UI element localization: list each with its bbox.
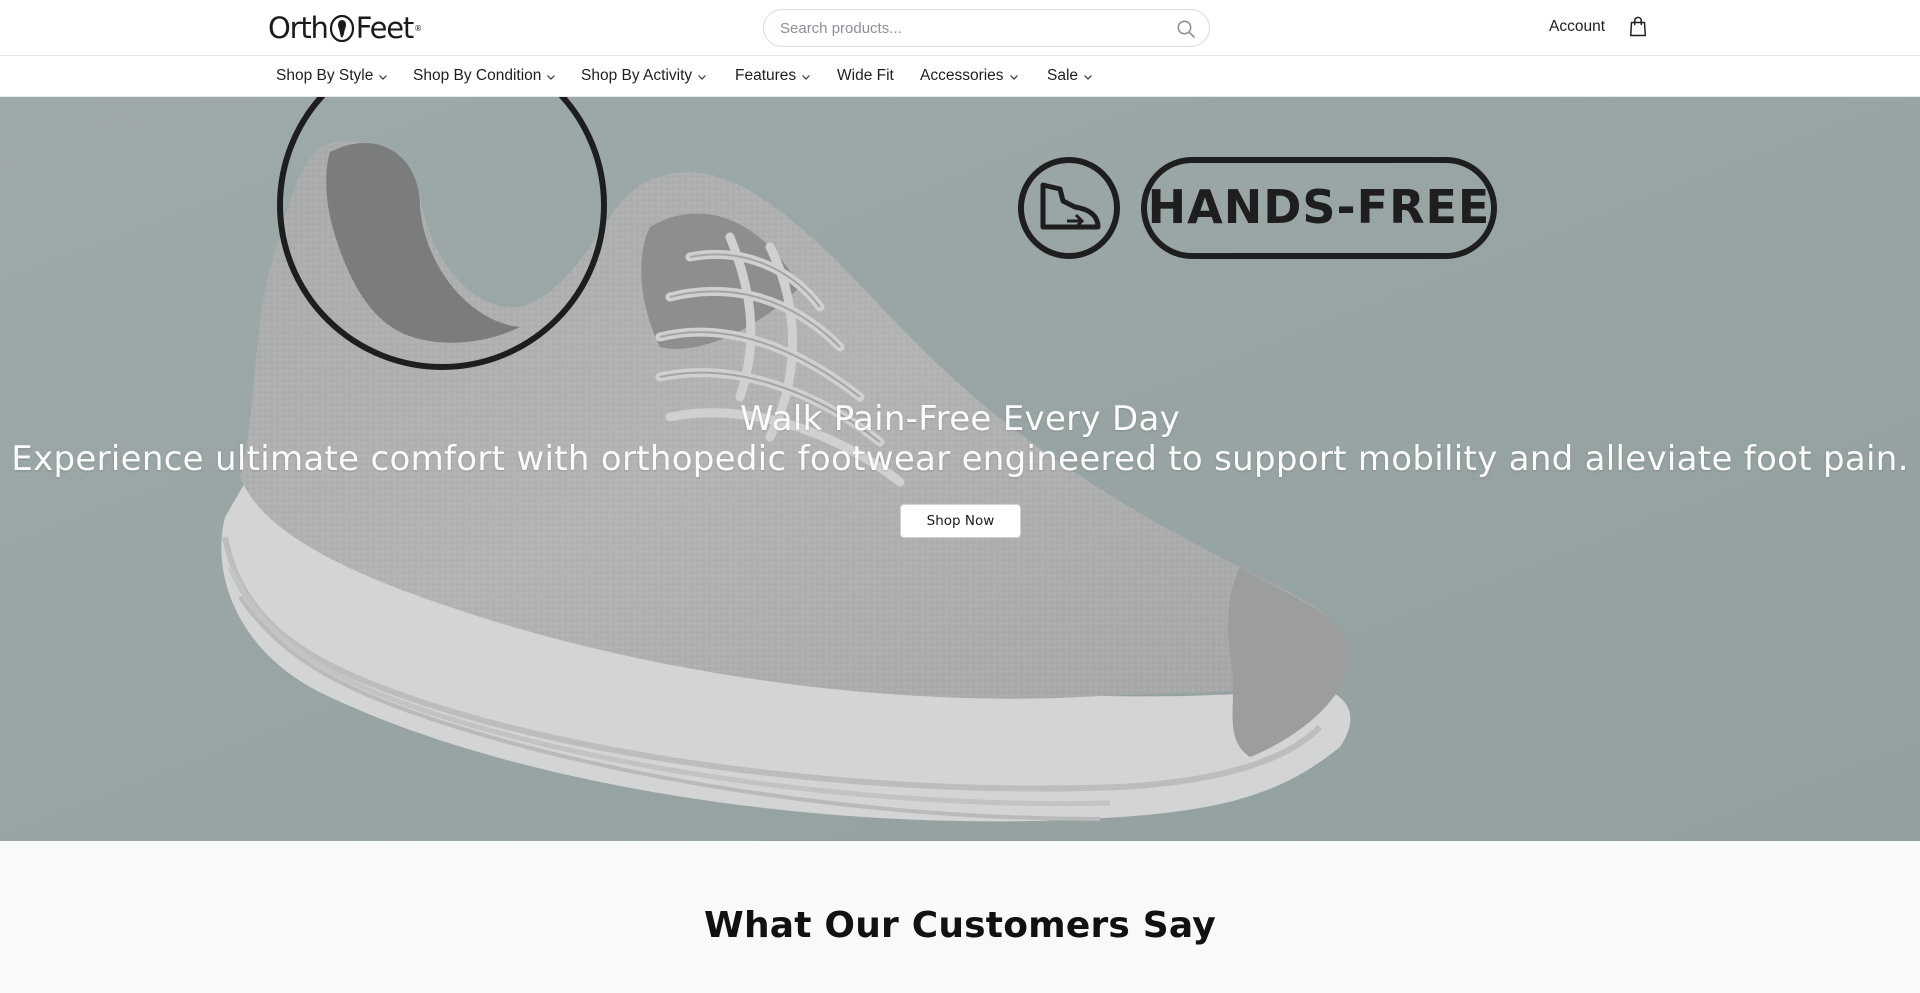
nav-item-accessories[interactable]: Accessories [920, 67, 1019, 85]
hero-banner: HANDS-FREE Walk Pain-Free Every Day Expe… [0, 97, 1920, 841]
shop-now-button[interactable]: Shop Now [900, 504, 1021, 538]
nav-item-label: Shop By Condition [413, 67, 542, 84]
logo-text-right: Feet [355, 11, 415, 45]
nav-item-shop-by-condition[interactable]: Shop By Condition [413, 67, 556, 85]
nav-item-label: Shop By Style [276, 67, 374, 84]
nav-item-sale[interactable]: Sale [1047, 67, 1093, 85]
brand-logo[interactable]: Orth Feet ® [268, 11, 422, 45]
nav-item-label: Shop By Activity [581, 67, 693, 84]
chevron-down-icon [1009, 74, 1018, 80]
nav-item-shop-by-style[interactable]: Shop By Style [276, 67, 388, 85]
logo-wordmark: Orth Feet ® [268, 11, 422, 45]
top-header: Orth Feet ® Account [0, 0, 1920, 56]
nav-item-label: Sale [1047, 67, 1079, 84]
nav-item-wide-fit[interactable]: Wide Fit [837, 67, 894, 85]
logo-registered-mark: ® [414, 23, 422, 33]
search-input[interactable] [764, 10, 1144, 46]
hero-title: Walk Pain-Free Every Day [739, 399, 1181, 439]
chevron-down-icon [802, 74, 811, 80]
chevron-down-icon [547, 74, 556, 80]
main-navigation: Shop By Style Shop By Condition Shop By … [0, 56, 1920, 97]
chevron-down-icon [698, 74, 707, 80]
nav-item-label: Features [735, 67, 797, 84]
chevron-down-icon [1084, 74, 1092, 80]
search-bar [763, 9, 1210, 47]
nav-item-features[interactable]: Features [735, 67, 811, 85]
logo-text-left: Orth [268, 11, 329, 45]
hands-free-badge-text: HANDS-FREE [1147, 180, 1491, 234]
search-icon[interactable] [1176, 19, 1196, 39]
nav-item-label: Accessories [920, 67, 1004, 84]
chevron-down-icon [379, 74, 388, 80]
nav-item-label: Wide Fit [837, 67, 894, 84]
nav-item-shop-by-activity[interactable]: Shop By Activity [581, 67, 707, 85]
hero-subtitle: Experience ultimate comfort with orthope… [11, 439, 1909, 479]
shopping-bag-icon[interactable] [1629, 16, 1647, 37]
testimonials-heading: What Our Customers Say [704, 905, 1216, 946]
account-link[interactable]: Account [1549, 18, 1605, 36]
logo-foot-icon [329, 14, 354, 42]
